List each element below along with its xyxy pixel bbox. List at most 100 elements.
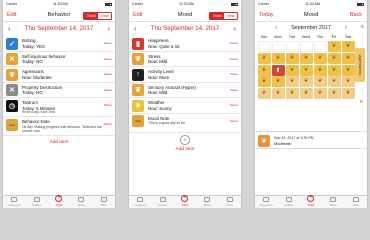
tab-graphs[interactable]: Graphs xyxy=(27,197,47,208)
tab-more[interactable]: More xyxy=(94,197,114,208)
calendar-day[interactable]: ❦ xyxy=(271,52,285,64)
note-item[interactable]: note Mood Note This is a good day so far. D… xyxy=(129,114,241,133)
tab-track[interactable]: + Track xyxy=(49,195,69,208)
calendar-day[interactable]: ❦ xyxy=(313,52,327,64)
entry-row[interactable]: ❦ Sep 14, 2017 at 3:35 PM Moderate xyxy=(255,131,367,149)
note-item[interactable]: note Behavior Note Ok day. Making progress… xyxy=(3,117,115,136)
calendar-day[interactable]: ❦ xyxy=(257,52,271,64)
category-side-label[interactable]: Agressions xyxy=(355,48,365,82)
tab-categories[interactable]: Categories xyxy=(256,197,276,208)
delete-button[interactable]: Delete xyxy=(230,72,238,76)
previous-month-button[interactable]: ‹ xyxy=(275,23,277,33)
calendar-day[interactable]: ❦ xyxy=(257,76,271,88)
tab-share[interactable]: Share xyxy=(197,197,217,208)
calendar-day[interactable]: ❦ xyxy=(313,76,327,88)
next-month-button[interactable]: › xyxy=(345,23,347,33)
track-view-toggle[interactable]: Track View xyxy=(209,11,238,20)
calendar-day[interactable]: ❦ xyxy=(271,76,285,88)
next-day-button[interactable]: › xyxy=(233,23,236,35)
tab-track[interactable]: Track xyxy=(210,12,225,19)
calendar-day[interactable]: ❦ xyxy=(341,76,355,88)
delete-button[interactable]: Delete xyxy=(230,119,238,123)
delete-button[interactable]: Delete xyxy=(104,41,112,45)
tab-categories[interactable]: Categories xyxy=(130,197,150,208)
tab-graphs[interactable]: Graphs xyxy=(153,197,173,208)
next-day-button[interactable]: › xyxy=(107,23,110,35)
list-item[interactable]: ✓ Bolting Today: YES Delete xyxy=(3,36,115,52)
add-item-button[interactable]: Add item xyxy=(3,140,115,145)
list-item[interactable]: ✕ Self-injurious behavior Today: NO Delete xyxy=(3,52,115,67)
tab-categories[interactable]: Categories xyxy=(4,197,24,208)
tab-track[interactable]: + Track xyxy=(175,195,195,208)
tab-graphs[interactable]: Graphs xyxy=(279,197,299,208)
calendar-day[interactable]: ❦ xyxy=(327,64,341,76)
calendar-day[interactable]: ❦ xyxy=(299,88,313,100)
tab-track[interactable]: Track xyxy=(84,12,99,19)
tab-view[interactable]: View xyxy=(98,12,111,19)
delete-button[interactable]: Delete xyxy=(104,57,112,61)
tab-more[interactable]: More xyxy=(346,197,366,208)
calendar-day[interactable]: ❦ xyxy=(341,41,355,52)
delete-button[interactable]: Delete xyxy=(104,72,112,76)
delete-button[interactable]: Delete xyxy=(104,122,112,126)
calendar-day[interactable]: ❦ xyxy=(313,88,327,100)
calendar-day[interactable]: ❦ xyxy=(285,88,299,100)
note-title: Behavior Note xyxy=(22,119,50,125)
list-item[interactable]: ☀ Weather Now: Sunny Delete xyxy=(129,98,241,114)
calendar-day[interactable] xyxy=(271,41,285,52)
sun-icon: ☀ xyxy=(132,99,144,112)
chevron-up-icon[interactable]: ˄ xyxy=(360,23,364,33)
delete-button[interactable]: Delete xyxy=(104,103,112,107)
calendar-day[interactable]: ❦ xyxy=(257,64,271,76)
tab-share[interactable]: Share xyxy=(323,197,343,208)
previous-day-button[interactable]: ‹ xyxy=(8,23,11,35)
list-item[interactable]: ↑ Activity Level Now: More Delete xyxy=(129,67,241,83)
calendar-day[interactable]: ❦ xyxy=(327,52,341,64)
delete-button[interactable]: Delete xyxy=(230,41,238,45)
tab-view[interactable]: View xyxy=(224,12,237,19)
delete-button[interactable]: Delete xyxy=(230,57,238,61)
calendar-day[interactable]: ❦ xyxy=(299,64,313,76)
list-item[interactable]: ❦ Stress Now: Mild Delete xyxy=(129,52,241,67)
feather-icon: ❦ xyxy=(331,66,337,73)
calendar-day[interactable]: ❦ xyxy=(327,88,341,100)
note-title: Mood Note xyxy=(148,115,170,121)
calendar-day[interactable] xyxy=(285,41,299,52)
back-button[interactable]: Back xyxy=(350,8,362,22)
chevron-down-icon[interactable]: ˅ xyxy=(359,100,363,106)
carrier-label: Carrier xyxy=(6,2,17,6)
list-item[interactable]: ✕ Property Destruction Today: NO Delete xyxy=(3,83,115,98)
add-item-button[interactable]: Add item xyxy=(129,147,241,152)
weekday-label: Thu xyxy=(316,35,324,39)
list-item[interactable]: ❦ Agressions Now: Moderate Delete xyxy=(3,67,115,83)
add-circle-icon[interactable]: + xyxy=(180,134,190,145)
calendar-day[interactable]: ▮ xyxy=(271,64,285,76)
delete-button[interactable]: Delete xyxy=(230,103,238,107)
list-item[interactable]: ◷ Tantrum Today: 6 Minutes Reset today, eac… xyxy=(3,98,115,117)
calendar-day[interactable] xyxy=(299,41,313,52)
calendar-day[interactable]: ❦ xyxy=(299,52,313,64)
calendar-day[interactable]: ❦ xyxy=(341,64,355,76)
calendar-day[interactable]: ❦ xyxy=(313,64,327,76)
calendar-day[interactable]: ❦ xyxy=(285,64,299,76)
tab-track[interactable]: + Track xyxy=(301,195,321,208)
calendar-day[interactable]: ❦ xyxy=(257,88,271,100)
calendar-day[interactable]: ❦ xyxy=(327,41,341,52)
delete-button[interactable]: Delete xyxy=(104,88,112,92)
calendar-day[interactable]: ❦ xyxy=(299,76,313,88)
previous-day-button[interactable]: ‹ xyxy=(134,23,137,35)
calendar-day[interactable]: ❦ xyxy=(285,76,299,88)
tab-share[interactable]: Share xyxy=(71,197,91,208)
list-item[interactable]: ❦ Sensory Arousal (Hyper) Now: Mild Delete xyxy=(129,83,241,98)
calendar-day[interactable]: ❦ xyxy=(271,88,285,100)
calendar-day[interactable]: ❦ xyxy=(341,52,355,64)
tab-more[interactable]: More xyxy=(220,197,240,208)
calendar-day[interactable] xyxy=(257,41,271,52)
track-view-toggle[interactable]: Track View xyxy=(83,11,112,20)
calendar-day[interactable]: ❦ xyxy=(285,52,299,64)
list-item[interactable]: ▮ Happiness Now: Quite a lot Delete xyxy=(129,36,241,52)
calendar-day[interactable]: ❦ xyxy=(327,76,341,88)
calendar-day[interactable] xyxy=(313,41,327,52)
calendar-day[interactable]: ❦ xyxy=(341,88,355,100)
delete-button[interactable]: Delete xyxy=(230,88,238,92)
